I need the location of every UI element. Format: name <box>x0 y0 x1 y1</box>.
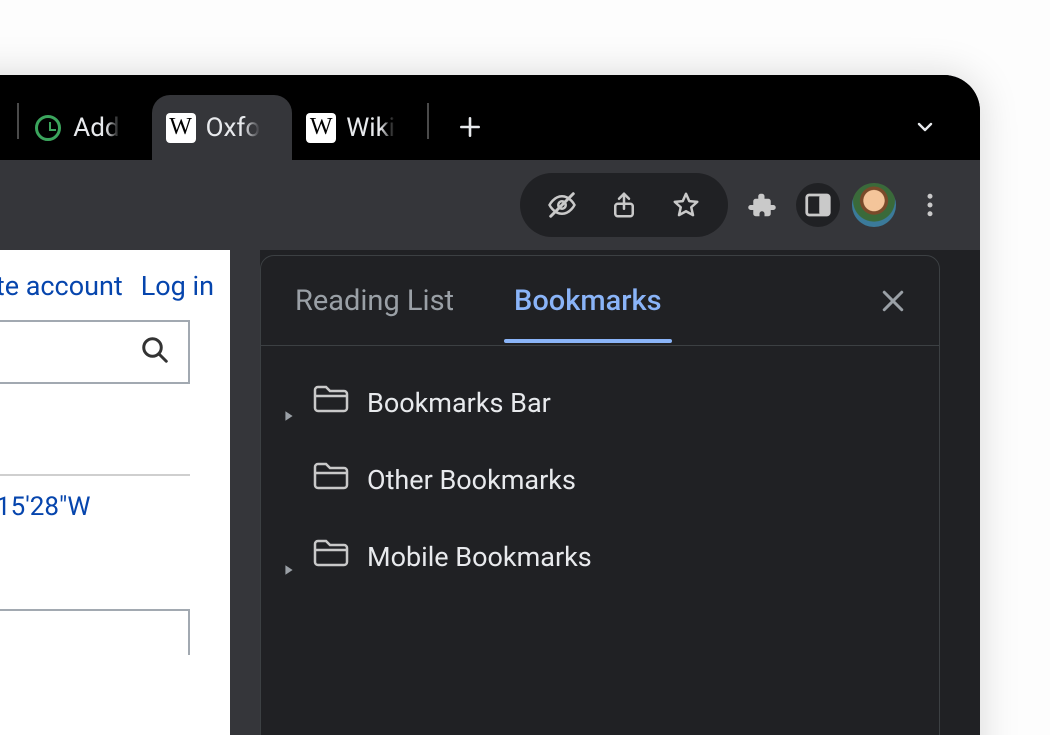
folder-bookmarks-bar[interactable]: Bookmarks Bar <box>271 364 929 441</box>
folder-icon <box>313 538 349 575</box>
tab-title: Add <box>73 113 119 143</box>
close-icon[interactable] <box>0 111 7 144</box>
folder-icon <box>313 384 349 421</box>
close-icon[interactable] <box>405 111 417 144</box>
star-icon[interactable] <box>664 183 708 227</box>
share-icon[interactable] <box>602 183 646 227</box>
close-icon[interactable] <box>270 111 282 144</box>
omnibox-action-group <box>520 173 728 237</box>
overflow-menu-icon[interactable] <box>908 183 952 227</box>
coordinates-link[interactable]: 5′07″N 1°15′28″W <box>0 492 190 522</box>
bookmark-folder-list: Bookmarks Bar Other Bookmarks <box>261 346 939 613</box>
web-page: te account Log in 5′07″N 1°15′28″W d Eng… <box>0 250 230 735</box>
tab-strip: med Add W Oxfo W Wiki <box>0 75 980 160</box>
expand-spacer <box>283 474 295 486</box>
tab-title: Wiki <box>346 113 395 143</box>
page-account-links: te account Log in <box>0 260 220 320</box>
wikipedia-icon: W <box>166 113 196 143</box>
wikipedia-icon: W <box>306 113 336 143</box>
browser-toolbar <box>0 160 980 250</box>
page-search-field[interactable] <box>0 320 190 384</box>
close-icon[interactable] <box>130 111 142 144</box>
tab-list-dropdown[interactable] <box>900 102 950 152</box>
folder-label: Bookmarks Bar <box>367 387 551 419</box>
folder-label: Other Bookmarks <box>367 464 576 496</box>
new-tab-button[interactable] <box>445 102 495 152</box>
expand-triangle-icon[interactable] <box>283 397 295 409</box>
search-icon <box>140 335 170 369</box>
folder-icon <box>313 461 349 498</box>
login-link[interactable]: Log in <box>141 270 214 302</box>
tab-title: Oxfo <box>206 113 261 143</box>
expand-triangle-icon[interactable] <box>283 551 295 563</box>
tab-2-active[interactable]: W Oxfo <box>152 95 293 160</box>
folder-other-bookmarks[interactable]: Other Bookmarks <box>271 441 929 518</box>
folder-label: Mobile Bookmarks <box>367 541 592 573</box>
tab-1[interactable]: Add <box>19 95 151 160</box>
content-area: te account Log in 5′07″N 1°15′28″W d Eng… <box>0 250 980 735</box>
english-link[interactable]: d English <box>0 552 220 585</box>
folder-mobile-bookmarks[interactable]: Mobile Bookmarks <box>271 518 929 595</box>
tab-bookmarks[interactable]: Bookmarks <box>504 260 672 342</box>
profile-avatar[interactable] <box>852 183 896 227</box>
side-panel-toggle-icon[interactable] <box>796 183 840 227</box>
separator <box>0 474 190 476</box>
panel-tablist: Reading List Bookmarks <box>261 256 939 346</box>
bookmarks-side-panel: Reading List Bookmarks Bookmarks Bar <box>260 255 940 735</box>
tab-0[interactable]: med <box>0 95 17 160</box>
close-panel-button[interactable] <box>871 279 915 323</box>
side-gap <box>230 250 260 735</box>
hide-icon[interactable] <box>540 183 584 227</box>
extensions-icon[interactable] <box>740 183 784 227</box>
clock-icon <box>33 113 63 143</box>
infobox-top <box>0 609 190 655</box>
tab-separator <box>427 103 429 139</box>
tab-reading-list[interactable]: Reading List <box>285 260 464 342</box>
tab-3[interactable]: W Wiki <box>292 95 427 160</box>
create-account-link[interactable]: te account <box>0 270 123 302</box>
browser-window: med Add W Oxfo W Wiki <box>0 75 980 735</box>
